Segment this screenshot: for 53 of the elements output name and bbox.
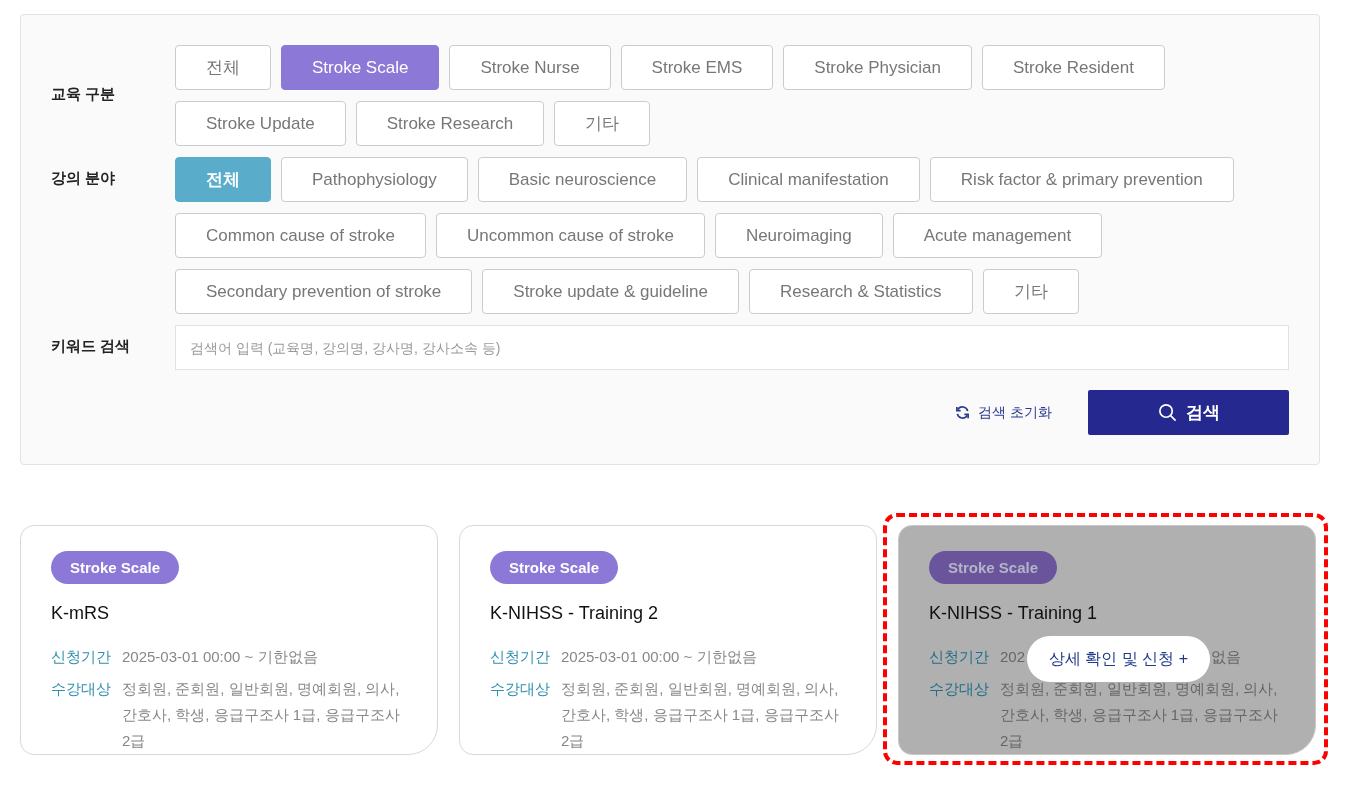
filter-label: 교육 구분 (51, 84, 117, 104)
search-icon (1157, 403, 1177, 422)
filter-chip[interactable]: Common cause of stroke (175, 213, 426, 258)
filter-chip[interactable]: Acute management (892, 213, 1103, 258)
filter-chip[interactable]: Secondary prevention of stroke (175, 269, 473, 314)
filter-chip[interactable]: Clinical manifestation (697, 157, 920, 202)
filter-chip[interactable]: Stroke Physician (783, 45, 972, 90)
category-tag: Stroke Scale (51, 551, 180, 584)
info-value: 정회원, 준회원, 일반회원, 명예회원, 의사, 간호사, 학생, 응급구조사 1급, 응급구조사 2급 (122, 679, 401, 751)
search-button[interactable]: 검색 (1088, 390, 1289, 435)
search-field[interactable]: 검색어 입력 (교육명, 강의명, 강사명, 강사소속 등) (175, 325, 1289, 370)
filter-chip[interactable]: 기타 (554, 101, 651, 146)
filter-chip[interactable]: 기타 (982, 269, 1079, 314)
info-label: 신청기간 (929, 647, 990, 667)
filter-chip[interactable]: Pathophysiology (281, 157, 468, 202)
info-label: 수강대상 (51, 679, 112, 699)
detail-button[interactable]: 상세 확인 및 신청 + (1027, 636, 1211, 682)
info-value: 2025-03-01 00:00 ~ 기한없음 (122, 647, 319, 667)
filter-chip[interactable]: Research & Statistics (749, 269, 973, 314)
info-value: 없음 (1211, 647, 1242, 667)
filter-chip[interactable]: Neuroimaging (714, 213, 883, 258)
course-title: K-NIHSS - Training 1 (929, 603, 1099, 624)
filter-chip[interactable]: Stroke EMS (620, 45, 774, 90)
category-tag: Stroke Scale (929, 551, 1058, 584)
info-value: 2025-03-01 00:00 ~ 기한없음 (561, 647, 758, 667)
info-label: 수강대상 (929, 679, 990, 699)
filter-chip[interactable]: Stroke Research (355, 101, 545, 146)
filter-chip[interactable]: Stroke update & guideline (482, 269, 739, 314)
filter-chip[interactable]: Stroke Resident (981, 45, 1165, 90)
info-value: 정회원, 준회원, 일반회원, 명예회원, 의사, 간호사, 학생, 응급구조사 1급, 응급구조사 2급 (1000, 679, 1279, 751)
filter-chip[interactable]: Uncommon cause of stroke (435, 213, 705, 258)
info-value: 202 (1000, 647, 1026, 667)
filter-chip[interactable]: 전체 (175, 157, 271, 202)
course-card[interactable]: Stroke Scale K-mRS 신청기간 2025-03-01 00:00 ~ 기한없음 수강대상 정회원, 준회원, 일반회원, 명예회원, 의사, 간호사, 학생, 응급구조사 1급, 응급구조사 2급 (20, 525, 438, 755)
course-title: K-NIHSS - Training 2 (490, 603, 660, 624)
course-title: K-mRS (51, 603, 110, 624)
reset-button[interactable]: 검색 초기화 (955, 403, 1052, 422)
refresh-icon (955, 405, 971, 420)
course-card[interactable]: Stroke Scale K-NIHSS - Training 2 신청기간 2025-03-01 00:00 ~ 기한없음 수강대상 정회원, 준회원, 일반회원, 명예회원, 의사, 간호사, 학생, 응급구조사 1급, 응급구조사 2급 (459, 525, 877, 755)
filter-chip[interactable]: Stroke Nurse (449, 45, 611, 90)
category-tag: Stroke Scale (490, 551, 619, 584)
filter-chip[interactable]: Risk factor & primary prevention (929, 157, 1234, 202)
filter-label: 키워드 검색 (51, 336, 132, 356)
info-label: 신청기간 (490, 647, 551, 667)
filter-chip[interactable]: 전체 (175, 45, 271, 90)
info-value: 정회원, 준회원, 일반회원, 명예회원, 의사, 간호사, 학생, 응급구조사 1급, 응급구조사 2급 (561, 679, 840, 751)
filter-chip[interactable]: Stroke Update (175, 101, 346, 146)
info-label: 신청기간 (51, 647, 112, 667)
course-card[interactable]: Stroke Scale K-NIHSS - Training 1 신청기간 202 상세 확인 및 신청 + 없음 수강대상 정회원, 준회원, 일반회원, 명예회원, 의사, 간호사, 학생, 응급구조사 1급, 응급구조사 2급 (898, 525, 1316, 755)
filter-chip[interactable]: Basic neuroscience (477, 157, 688, 202)
filter-label: 강의 분야 (51, 168, 117, 188)
filter-chip[interactable]: Stroke Scale (281, 45, 440, 90)
info-label: 수강대상 (490, 679, 551, 699)
